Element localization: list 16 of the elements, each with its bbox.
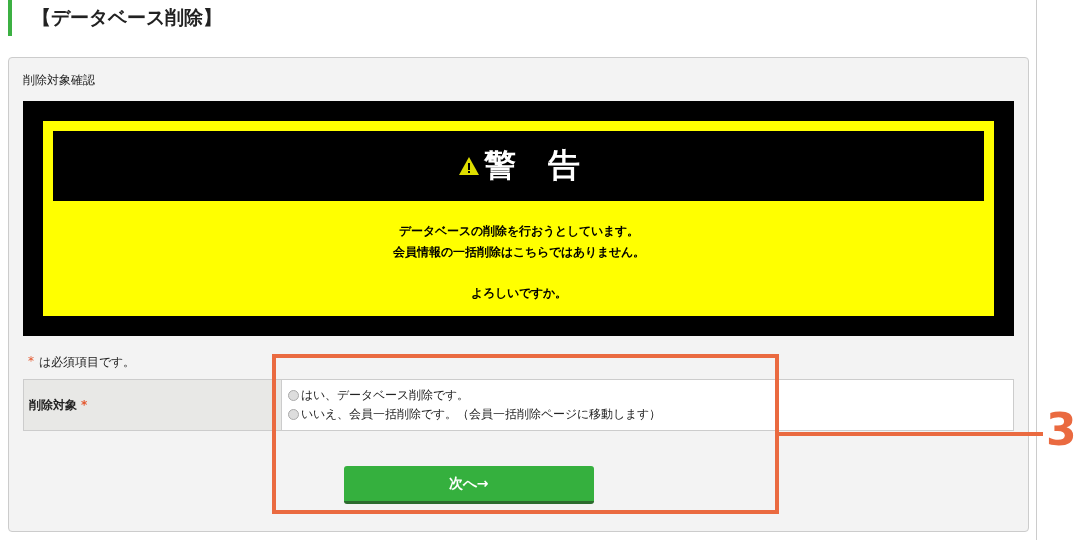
- radio-button[interactable]: [288, 390, 299, 401]
- section-label: 削除対象確認: [23, 72, 96, 89]
- warning-question: よろしいですか。: [470, 285, 567, 302]
- required-note: は必須項目です。: [39, 354, 135, 371]
- radio-button[interactable]: [288, 409, 299, 420]
- required-mark: *: [28, 354, 34, 370]
- warning-message: データベースの削除を行おうとしています。: [398, 223, 639, 240]
- warning-message: 会員情報の一括削除はこちらではありません。: [392, 244, 645, 261]
- warning-icon: [457, 156, 480, 176]
- radio-label[interactable]: はい、データベース削除です。: [301, 387, 469, 404]
- annotation-number: 3: [1046, 408, 1077, 452]
- required-mark: *: [81, 398, 88, 412]
- warning-title: 警 告: [483, 145, 580, 186]
- page-title: 【データベース削除】: [8, 0, 1029, 36]
- radio-label[interactable]: いいえ、会員一括削除です。（会員一括削除ページに移動します）: [301, 406, 661, 423]
- field-label: 削除対象: [29, 396, 77, 414]
